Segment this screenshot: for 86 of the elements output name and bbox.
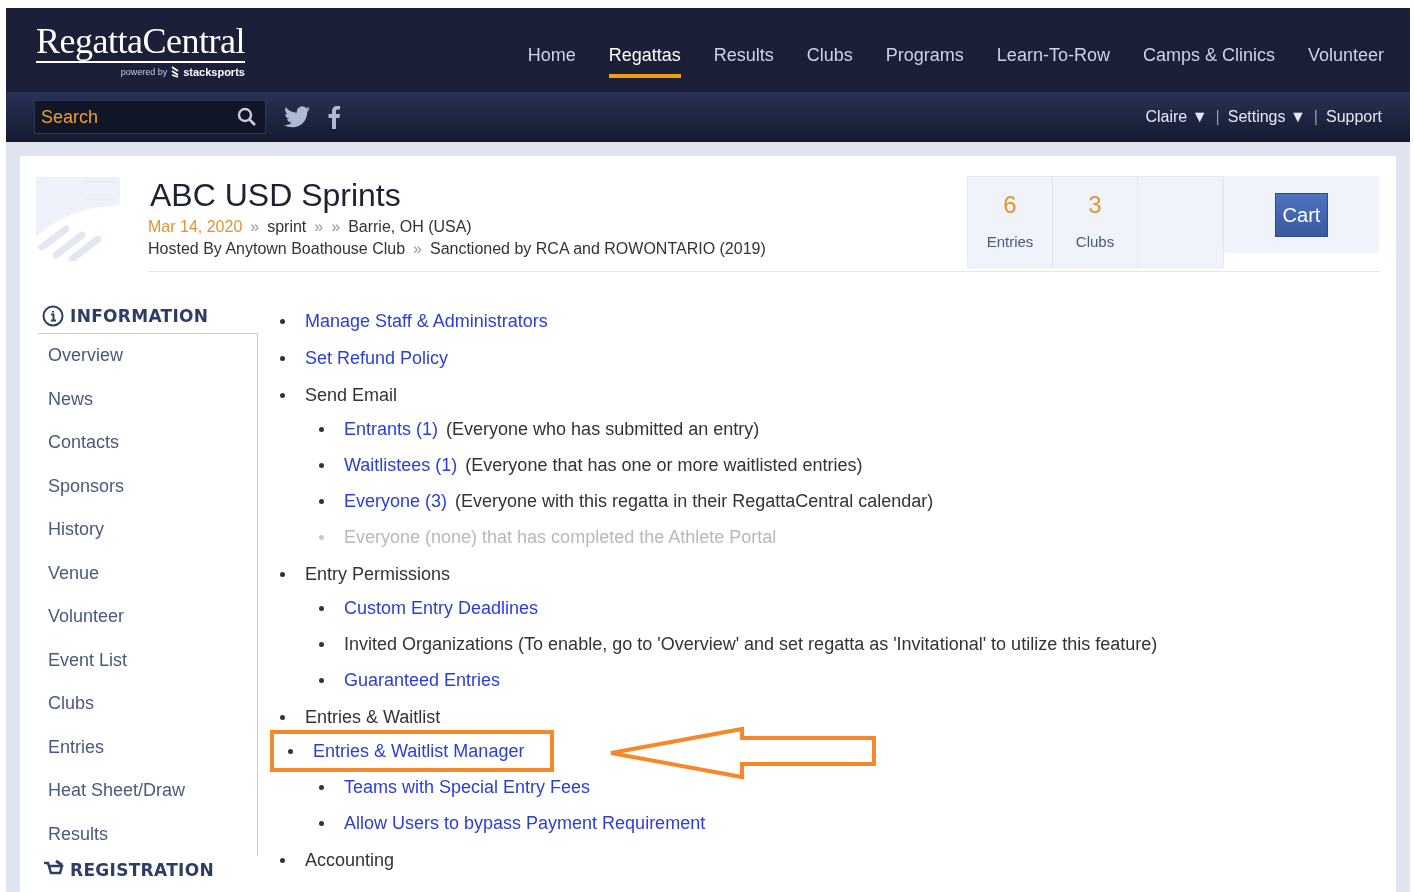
bullet-dot (280, 392, 285, 398)
bullet-dot (319, 677, 324, 683)
bullet-dot (280, 571, 285, 577)
action-link[interactable]: Everyone (3) (344, 490, 448, 512)
partner-logo-text: stacksports (183, 66, 245, 78)
separator-text: | (1313, 108, 1318, 126)
nav-tab[interactable]: Volunteer (1307, 34, 1384, 78)
nav-tab[interactable]: Programs (885, 34, 964, 78)
bullet-dot (319, 462, 324, 468)
stat-label: Entries (985, 233, 1035, 250)
breadcrumb-separator: » (413, 240, 422, 258)
info-icon (42, 305, 64, 327)
list-text: Entries & Waitlist (305, 706, 441, 728)
search-icon[interactable] (237, 107, 257, 127)
sidebar-item[interactable]: News (38, 377, 257, 421)
bullet-dot (280, 318, 285, 324)
bullet-dot (319, 605, 324, 611)
event-detail-text: sprint (267, 218, 307, 236)
event-title: ABC USD Sprints (150, 177, 402, 214)
sidebar-item[interactable]: Overview (38, 334, 257, 378)
stat-count: 3 (1087, 191, 1103, 219)
site-logo[interactable]: RegattaCentral (36, 22, 245, 63)
stat-count: 6 (1002, 191, 1018, 219)
nav-tab[interactable]: Clubs (806, 34, 853, 78)
action-link[interactable]: Custom Entry Deadlines (344, 597, 539, 619)
bullet-dot (288, 748, 293, 754)
section-heading: INFORMATION (70, 306, 209, 326)
breadcrumb-separator: » (250, 218, 260, 236)
stripes-icon (171, 66, 180, 78)
action-link[interactable]: Entrants (1) (344, 418, 439, 440)
powered-by-text: powered by (120, 67, 168, 77)
disabled-text: Everyone (none) that has completed the Athlete Portal (344, 526, 777, 548)
event-date: Mar 14, 2020 (148, 218, 243, 236)
bullet-dot (319, 426, 324, 432)
facebook-icon[interactable] (328, 105, 340, 129)
action-link[interactable]: Entries & Waitlist Manager (313, 740, 525, 762)
sidebar-item[interactable]: Venue (38, 551, 257, 595)
stat-label: Clubs (1074, 233, 1116, 250)
event-detail-text: Sanctioned by RCA and ROWONTARIO (2019) (429, 240, 766, 258)
section-heading: REGISTRATION (70, 860, 214, 880)
search-field[interactable]: Search (34, 100, 266, 134)
nav-tab[interactable]: Learn-To-Row (996, 34, 1110, 78)
nav-tab[interactable]: Home (527, 34, 576, 78)
sidebar-item[interactable]: Heat Sheet/Draw (38, 769, 257, 813)
bullet-dot (319, 784, 324, 790)
bullet-dot (319, 820, 324, 826)
bullet-dot (280, 355, 285, 361)
link-description: (Everyone who has submitted an entry) (446, 418, 760, 440)
action-link[interactable]: Set Refund Policy (305, 347, 449, 369)
action-link[interactable]: Manage Staff & Administrators (305, 310, 548, 332)
cart-button[interactable]: Cart (1275, 193, 1328, 237)
action-link[interactable]: Allow Users to bypass Payment Requirement (344, 812, 706, 834)
breadcrumb-separator: » (314, 218, 324, 236)
bullet-dot (319, 498, 324, 504)
bird-icon[interactable] (284, 106, 310, 128)
sidebar-item[interactable]: Contacts (38, 421, 257, 465)
action-link[interactable]: Teams with Special Entry Fees (344, 776, 591, 798)
action-link[interactable]: Guaranteed Entries (344, 669, 501, 691)
event-detail-text: Barrie, OH (USA) (348, 218, 472, 236)
sidebar-item[interactable]: Entries (38, 725, 257, 769)
bullet-dot (280, 714, 285, 720)
user-menu-link[interactable]: Claire ▼ (1145, 108, 1208, 126)
link-description: (Everyone with this regatta in their RegattaCentral calendar) (455, 490, 934, 512)
bullet-dot (280, 857, 285, 863)
bullet-dot (319, 641, 324, 647)
sidebar-item[interactable]: History (38, 508, 257, 552)
list-text: Entry Permissions (305, 563, 451, 585)
sidebar-item[interactable]: Sponsors (38, 464, 257, 508)
nav-tab[interactable]: Results (713, 34, 774, 78)
sidebar-item[interactable]: Clubs (38, 682, 257, 726)
nav-tab[interactable]: Camps & Clinics (1142, 34, 1275, 78)
list-text: Accounting (305, 849, 395, 871)
nav-tab[interactable]: Regattas (608, 34, 681, 78)
breadcrumb-separator: » (331, 218, 341, 236)
user-menu-link[interactable]: Support (1325, 108, 1382, 126)
sidebar-item[interactable]: Event List (38, 638, 257, 682)
separator-text: | (1215, 108, 1220, 126)
link-description: (Everyone that has one or more waitlisted entries) (465, 454, 863, 476)
event-detail-text: Hosted By Anytown Boathouse Club (148, 240, 406, 258)
list-text: Send Email (305, 384, 398, 406)
sidebar-item[interactable]: Results (38, 812, 257, 856)
list-text: Invited Organizations (To enable, go to 'Overview' and set regatta as 'Invitational' to utilize this feature) (344, 633, 1158, 655)
sidebar-item[interactable]: Volunteer (38, 595, 257, 639)
action-link[interactable]: Waitlistees (1) (344, 454, 458, 476)
user-menu-link[interactable]: Settings ▼ (1227, 108, 1306, 126)
bullet-dot (319, 534, 324, 540)
